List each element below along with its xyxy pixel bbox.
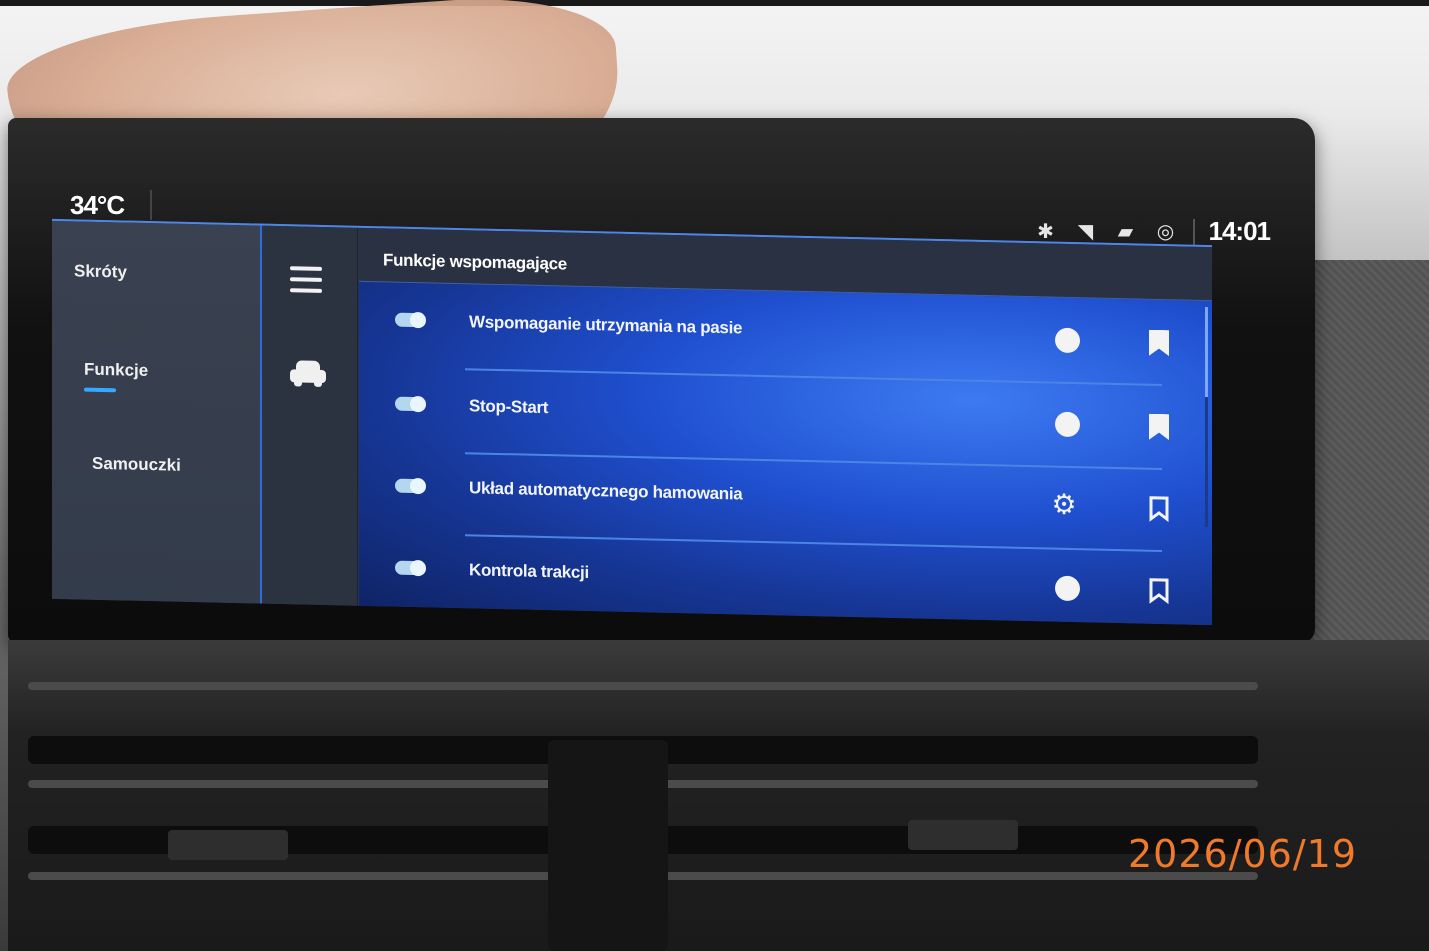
toggle-switch[interactable] (395, 312, 425, 328)
infotainment-screen: Skróty Funkcje Samouczki Funkcje wspomag… (52, 218, 1212, 626)
temperature-readout: 34°C (70, 190, 125, 220)
toggle-switch[interactable] (395, 478, 425, 494)
status-divider (1192, 218, 1195, 245)
row-label: Stop-Start (469, 396, 549, 418)
row-label: Wspomaganie utrzymania na pasie (469, 312, 743, 338)
sidebar-item-samouczki[interactable]: Samouczki (92, 454, 181, 476)
bookmark-filled-icon[interactable] (1149, 330, 1169, 356)
vent-divider (548, 740, 668, 951)
date-stamp: 2026/06/19 (1128, 832, 1358, 876)
dot-icon[interactable] (1055, 327, 1080, 354)
toggle-switch[interactable] (395, 396, 425, 412)
status-divider (150, 190, 152, 220)
bookmark-outline-icon[interactable] (1149, 496, 1169, 523)
location-icon: ◎ (1156, 221, 1175, 243)
sidebar: Skróty Funkcje Samouczki (52, 220, 262, 604)
row-label: Układ automatycznego hamowania (469, 478, 743, 504)
car-icon[interactable] (290, 360, 326, 387)
functions-panel: Funkcje wspomagające Wspomaganie utrzyma… (359, 227, 1212, 626)
wifi-icon: ◥ (1077, 221, 1094, 243)
car-connect-icon: ▰ (1117, 221, 1134, 243)
sidebar-item-skroty[interactable]: Skróty (74, 261, 127, 282)
sidebar-item-funkcje[interactable]: Funkcje (84, 360, 148, 381)
toggle-switch[interactable] (395, 560, 425, 576)
menu-icon[interactable] (290, 266, 322, 293)
row-label: Kontrola trakcji (469, 560, 589, 583)
vent-tab (908, 820, 1018, 850)
bookmark-outline-icon[interactable] (1149, 578, 1169, 605)
gear-icon[interactable]: ⚙ (1049, 489, 1079, 521)
bookmark-filled-icon[interactable] (1149, 414, 1169, 440)
dot-icon[interactable] (1055, 575, 1080, 602)
dot-icon[interactable] (1055, 411, 1080, 438)
icon-rail (264, 225, 358, 606)
vent-slat (28, 682, 1258, 690)
scrollbar[interactable] (1205, 307, 1208, 398)
vent-tab (168, 830, 288, 860)
page-title: Funkcje wspomagające (383, 250, 567, 274)
photo-top-border (0, 0, 1429, 6)
selected-indicator (84, 387, 116, 393)
clock: 14:01 (1208, 216, 1271, 246)
dashboard (8, 640, 1429, 951)
